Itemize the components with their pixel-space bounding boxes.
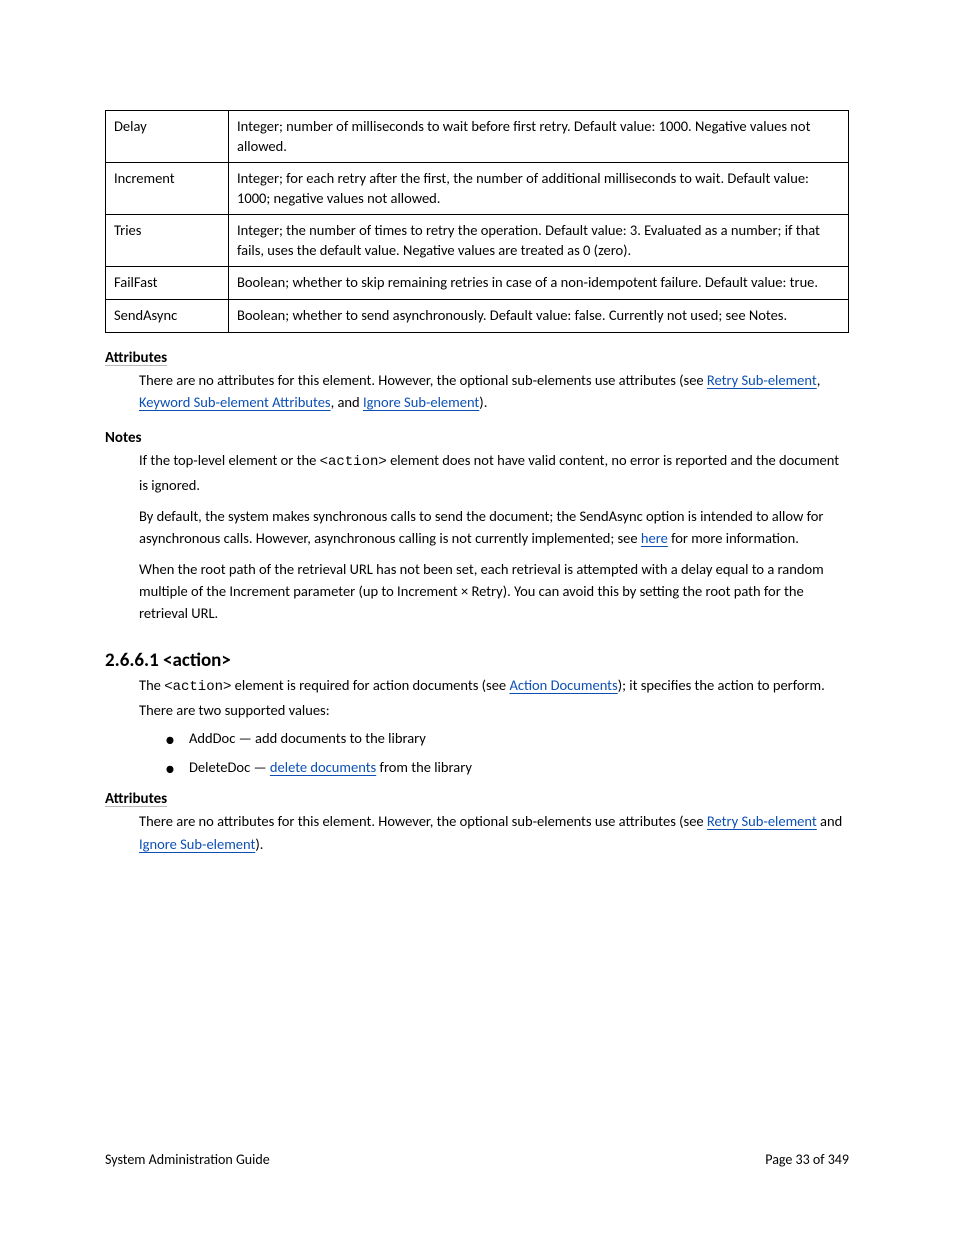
- attributes-heading-1: Attributes: [105, 351, 849, 366]
- table-row: FailFastBoolean; whether to skip remaini…: [106, 267, 849, 300]
- param-desc: Integer; number of milliseconds to wait …: [229, 111, 849, 163]
- section-description: The <action> element is required for act…: [139, 674, 849, 721]
- retry-sub-element-link-1[interactable]: Retry Sub-element: [707, 371, 817, 389]
- ignore-sub-element-link-1[interactable]: Ignore Sub-element: [363, 393, 479, 411]
- table-row: DelayInteger; number of milliseconds to …: [106, 111, 849, 163]
- page-footer: System Administration Guide Page 33 of 3…: [105, 1153, 849, 1167]
- attributes-heading-2: Attributes: [105, 792, 849, 807]
- action-bullets: AddDoc — add documents to the library Del…: [165, 727, 849, 778]
- keyword-sub-element-link[interactable]: Keyword Sub-element Attributes: [139, 393, 331, 411]
- notes-body-1: If the top-level element or the <action>…: [139, 449, 849, 496]
- param-name: SendAsync: [106, 299, 229, 332]
- ignore-sub-element-link-2[interactable]: Ignore Sub-element: [139, 835, 255, 853]
- param-name: Increment: [106, 163, 229, 215]
- section-heading-action: 2.6.6.1 <action>: [105, 651, 849, 670]
- notes-heading: Notes: [105, 431, 849, 446]
- param-name: FailFast: [106, 267, 229, 300]
- param-desc: Integer; the number of times to retry th…: [229, 215, 849, 267]
- attributes-body-1: There are no attributes for this element…: [139, 369, 849, 414]
- param-name: Delay: [106, 111, 229, 163]
- notes-body-3: When the root path of the retrieval URL …: [139, 558, 849, 625]
- parameter-table: DelayInteger; number of milliseconds to …: [105, 110, 849, 333]
- list-item: DeleteDoc — delete documents from the li…: [165, 756, 849, 778]
- here-link[interactable]: here: [641, 529, 668, 547]
- bullet-link[interactable]: delete documents: [270, 758, 376, 776]
- table-row: TriesInteger; the number of times to ret…: [106, 215, 849, 267]
- notes-body-2: By default, the system makes synchronous…: [139, 505, 849, 550]
- footer-left: System Administration Guide: [105, 1153, 270, 1167]
- footer-right: Page 33 of 349: [765, 1153, 849, 1167]
- table-row: SendAsyncBoolean; whether to send asynch…: [106, 299, 849, 332]
- retry-sub-element-link-2[interactable]: Retry Sub-element: [707, 812, 817, 830]
- param-desc: Boolean; whether to send asynchronously.…: [229, 299, 849, 332]
- param-name: Tries: [106, 215, 229, 267]
- table-row: IncrementInteger; for each retry after t…: [106, 163, 849, 215]
- param-desc: Boolean; whether to skip remaining retri…: [229, 267, 849, 300]
- param-desc: Integer; for each retry after the first,…: [229, 163, 849, 215]
- attributes-body-2: There are no attributes for this element…: [139, 810, 849, 855]
- action-documents-link[interactable]: Action Documents: [509, 676, 617, 694]
- list-item: AddDoc — add documents to the library: [165, 727, 849, 749]
